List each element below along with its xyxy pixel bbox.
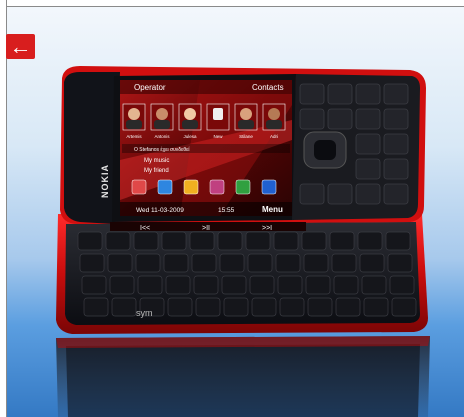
keyboard-key (135, 253, 161, 273)
keyboard-key (303, 253, 329, 273)
keyboard-key (163, 253, 189, 273)
number-key (355, 183, 381, 205)
keyboard-key (277, 275, 303, 295)
number-key (383, 133, 409, 155)
keyboard-key (83, 297, 109, 317)
keyboard-key (189, 231, 215, 251)
keyboard-key (335, 297, 361, 317)
time-label: 15:55 (218, 207, 235, 214)
music-label-2: My friend (144, 168, 169, 174)
status-line-text: Ο Stefanos έχει συνδεθεί (134, 146, 190, 153)
number-key (299, 183, 325, 205)
contact-name: Julesa (183, 134, 197, 139)
keyboard-key (361, 275, 387, 295)
keyboard-key (191, 253, 217, 273)
keyboard-key (137, 275, 163, 295)
frame-top-border (0, 0, 464, 7)
number-key (355, 133, 381, 155)
app-icon (235, 179, 251, 195)
number-key (355, 158, 381, 180)
keyboard-key (391, 297, 417, 317)
keyboard-key (223, 297, 249, 317)
keyboard-key (133, 231, 159, 251)
contact-name: Stilane (239, 134, 253, 139)
contact-name: Artemis (126, 134, 142, 139)
keyboard-key (195, 297, 221, 317)
qwerty-keyboard-slide (56, 214, 428, 334)
keyboard-key (107, 253, 133, 273)
keyboard-key (329, 231, 355, 251)
keyboard-key (81, 275, 107, 295)
keyboard-key (273, 231, 299, 251)
brand-logo-text: NOKIA (100, 164, 110, 198)
operator-label: Operator (134, 83, 166, 92)
keyboard-key (249, 275, 275, 295)
media-key-next: >>I (262, 225, 272, 232)
keyboard-key (221, 275, 247, 295)
keyboard-key (167, 297, 193, 317)
sym-key-label: sym (136, 308, 153, 318)
keyboard-key (111, 297, 137, 317)
left-arrow-icon: ← (9, 33, 32, 59)
number-key (327, 83, 353, 105)
media-key-prev: I<< (140, 225, 150, 232)
number-key (383, 183, 409, 205)
keyboard-key (301, 231, 327, 251)
date-label: Wed 11-03-2009 (136, 207, 184, 214)
keyboard-key (245, 231, 271, 251)
keyboard-key (161, 231, 187, 251)
media-key-play: >II (202, 225, 210, 232)
keyboard-key (333, 275, 359, 295)
phone-photo: Artemis Antonis Julesa New Stilane Adri NOKIA… (56, 66, 430, 417)
contact-name: New (213, 134, 223, 139)
number-key (355, 83, 381, 105)
phone-reflection (56, 336, 430, 417)
keyboard-key (389, 275, 415, 295)
app-icon (261, 179, 277, 195)
keyboard-key (275, 253, 301, 273)
number-key (299, 108, 325, 130)
keyboard-key (165, 275, 191, 295)
keyboard-key (279, 297, 305, 317)
number-key (299, 83, 325, 105)
keyboard-key (331, 253, 357, 273)
music-label: My music (144, 158, 169, 164)
keyboard-key (363, 297, 389, 317)
app-icon (157, 179, 173, 195)
keyboard-key (251, 297, 277, 317)
keyboard-key (193, 275, 219, 295)
contact-name: Adri (270, 134, 278, 139)
keyboard-key (385, 231, 411, 251)
number-key (327, 108, 353, 130)
keyboard-key (357, 231, 383, 251)
keyboard-key (79, 253, 105, 273)
number-key (383, 83, 409, 105)
keyboard-key (387, 253, 413, 273)
app-icon (183, 179, 199, 195)
menu-softkey-label: Menu (262, 205, 283, 214)
keyboard-key (219, 253, 245, 273)
keyboard-key (307, 297, 333, 317)
contact-name: Antonis (154, 134, 170, 139)
keyboard-key (305, 275, 331, 295)
number-key (355, 108, 381, 130)
keyboard-key (77, 231, 103, 251)
frame-left-border (0, 0, 7, 417)
number-key (383, 158, 409, 180)
app-icon (131, 179, 147, 195)
number-key (327, 183, 353, 205)
keyboard-key (217, 231, 243, 251)
app-icon (209, 179, 225, 195)
keyboard-key (109, 275, 135, 295)
back-button[interactable]: ← (6, 34, 35, 59)
keyboard-key (359, 253, 385, 273)
number-key (383, 108, 409, 130)
keyboard-key (105, 231, 131, 251)
contacts-label: Contacts (252, 83, 284, 92)
keyboard-key (247, 253, 273, 273)
